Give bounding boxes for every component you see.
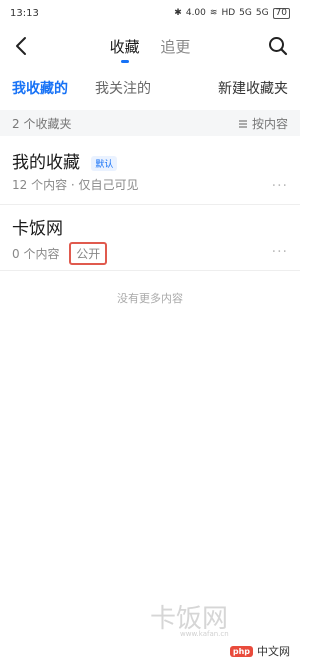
sort-label: 按内容 [251,117,288,131]
php-logo: php [229,645,253,657]
folder-item[interactable]: 我的收藏 默认 12 个内容 · 仅自己可见 ··· [0,140,300,205]
site-badge: php 中文网 [225,641,294,661]
new-folder-button[interactable]: 新建收藏夹 [218,78,288,98]
folder-title: 我的收藏 [12,153,80,173]
bluetooth-icon: ✱ [174,8,182,18]
tab-collections[interactable]: 收藏 [110,36,140,57]
status-icons: ✱ 4.00 ≋ HD 5G 5G 70 [174,7,290,19]
folder-meta-row: 0 个内容 公开 [12,242,108,265]
watermark-url: www.kafan.cn [180,630,229,638]
signal-icon-1: 5G [239,8,252,18]
folder-title-row: 我的收藏 默认 [12,148,118,173]
folder-title: 卡饭网 [12,219,63,239]
tab-follow-updates[interactable]: 追更 [160,36,190,57]
sub-tabs: 我收藏的 我关注的 新建收藏夹 [0,72,300,102]
sort-button[interactable]: 按内容 [238,115,288,132]
status-time: 13:13 [10,7,39,19]
folder-meta: 0 个内容 [12,247,60,261]
subtab-my-collections[interactable]: 我收藏的 [12,78,68,98]
signal-icon-2: 5G [255,8,269,18]
public-badge: 公开 [69,242,108,265]
search-icon[interactable] [266,34,290,58]
top-nav: 收藏 追更 [0,28,300,64]
folder-count: 2 个收藏夹 [12,117,72,131]
battery-icon: 70 [272,7,290,19]
subtab-my-follows[interactable]: 我关注的 [95,78,151,98]
more-icon[interactable]: ··· [272,178,288,194]
nav-tabs: 收藏 追更 [0,36,300,57]
site-badge-label: 中文网 [257,645,290,658]
wifi-icon: ≋ [209,8,218,18]
default-badge: 默认 [91,155,118,171]
folder-item[interactable]: 卡饭网 0 个内容 公开 ··· [0,206,300,271]
list-header: 2 个收藏夹 按内容 [0,110,300,136]
folder-meta: 12 个内容 · 仅自己可见 [12,178,139,192]
more-icon[interactable]: ··· [272,244,288,260]
hd-icon: HD [221,8,236,18]
no-more-content: 没有更多内容 [117,292,183,305]
network-speed: 4.00 [185,8,206,18]
sort-icon [238,119,247,128]
status-bar: 13:13 ✱ 4.00 ≋ HD 5G 5G 70 [0,0,300,26]
